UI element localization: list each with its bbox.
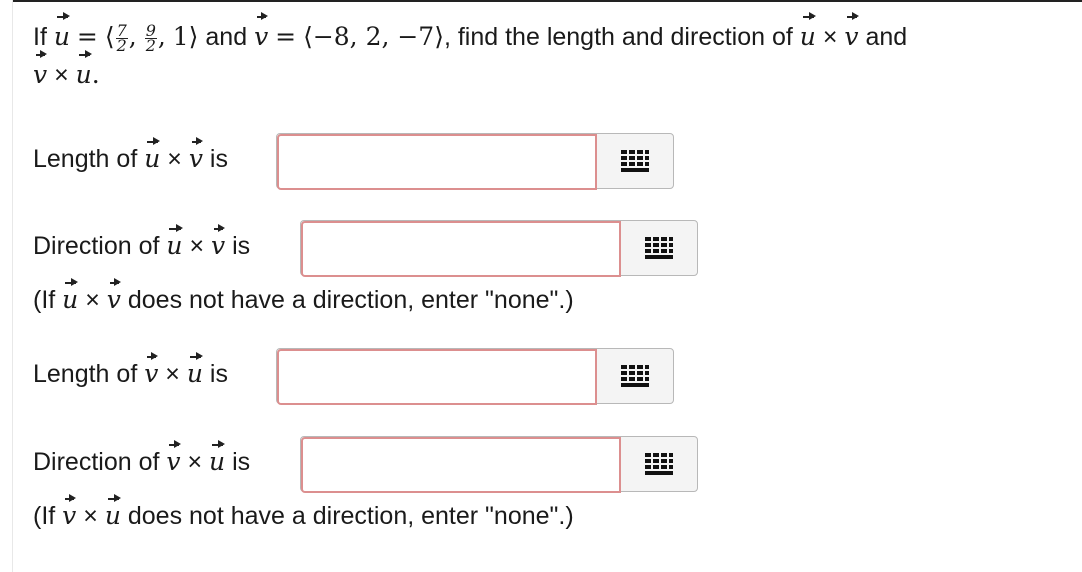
equals-sign: =	[76, 22, 98, 51]
vector-v: v	[844, 12, 859, 55]
vector-v: v	[33, 50, 48, 93]
text-and: and	[865, 23, 908, 51]
vector-u: u	[54, 12, 71, 55]
direction-u-cross-v-label: Direction of u × v is	[33, 224, 251, 260]
vector-u: u	[800, 12, 817, 55]
keypad-icon	[645, 237, 673, 259]
direction-v-cross-u-input[interactable]	[301, 437, 621, 493]
v-value: ⟨−8, 2, −7⟩	[303, 22, 444, 51]
text-if: If	[33, 23, 47, 51]
keypad-icon	[621, 150, 649, 172]
answer-box-direction-v-cross-u	[300, 436, 698, 493]
vector-v: v	[254, 12, 269, 55]
problem-statement: If u = ⟨ 7 2, 92, 1⟩ and v = ⟨−8, 2, −7⟩, …	[33, 12, 1063, 94]
fraction-7-2: 72	[115, 20, 128, 55]
answer-box-direction-u-cross-v	[300, 220, 698, 277]
vector-u: u	[76, 50, 92, 93]
keypad-icon	[645, 453, 673, 475]
direction-u-cross-v-input[interactable]	[301, 221, 621, 277]
length-v-cross-u-label: Length of v × u is	[33, 352, 228, 388]
cross-symbol: ×	[54, 61, 69, 89]
answer-box-length-u-cross-v	[276, 133, 674, 190]
keypad-button[interactable]	[621, 437, 697, 491]
period: .	[91, 60, 100, 89]
direction-v-cross-u-label: Direction of v × u is	[33, 440, 251, 476]
direction-u-cross-v-hint: (If u × v does not have a direction, ent…	[33, 278, 574, 314]
text-and: and	[205, 23, 248, 51]
direction-v-cross-u-hint: (If v × u does not have a direction, ent…	[33, 494, 574, 530]
length-v-cross-u-input[interactable]	[277, 349, 597, 405]
u-last-component: 1⟩	[172, 22, 199, 51]
equals-sign: =	[275, 22, 297, 51]
angle-open: ⟨	[104, 22, 115, 51]
length-u-cross-v-input[interactable]	[277, 134, 597, 190]
keypad-button[interactable]	[621, 221, 697, 275]
comma: ,	[128, 22, 137, 51]
answer-box-length-v-cross-u	[276, 348, 674, 405]
keypad-icon	[621, 365, 649, 387]
comma: ,	[157, 22, 166, 51]
keypad-button[interactable]	[597, 349, 673, 403]
keypad-button[interactable]	[597, 134, 673, 188]
cross-symbol: ×	[822, 23, 838, 51]
fraction-9-2: 92	[144, 20, 157, 55]
text-find: , find the length and direction of	[443, 23, 793, 51]
length-u-cross-v-label: Length of u × v is	[33, 137, 228, 173]
